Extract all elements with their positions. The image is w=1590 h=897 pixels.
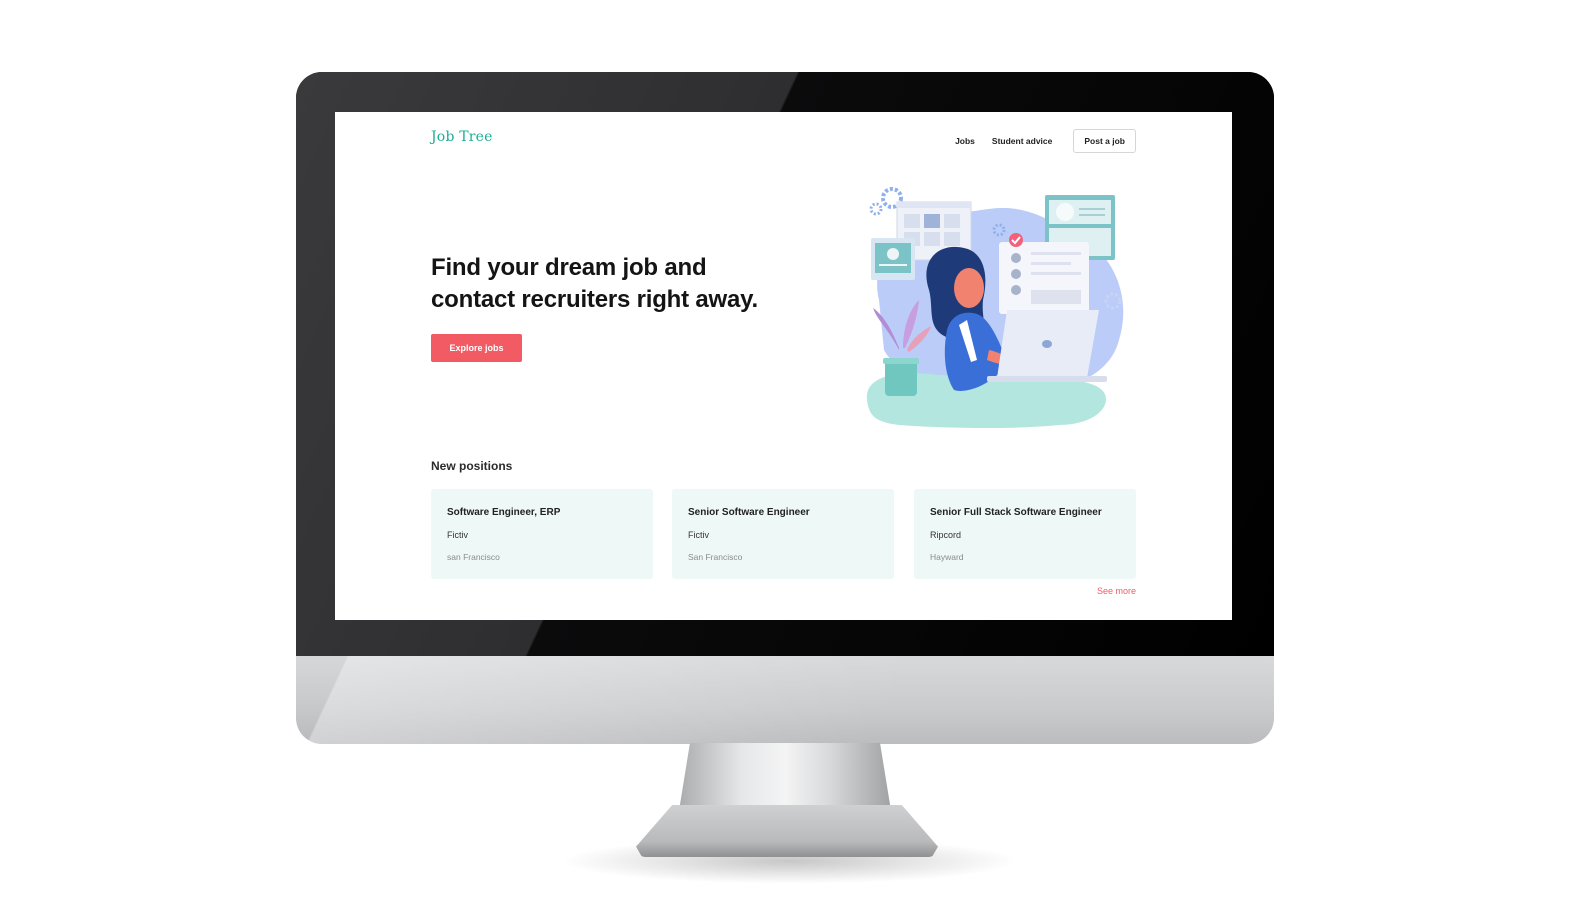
headline-line-1: Find your dream job and — [431, 254, 707, 281]
position-title: Software Engineer, ERP — [447, 507, 561, 518]
position-location: San Francisco — [688, 552, 743, 562]
logo[interactable]: Job Tree — [431, 129, 493, 145]
new-positions-title: New positions — [431, 459, 513, 473]
position-company: Ripcord — [930, 530, 962, 540]
see-more-link[interactable]: See more — [1097, 586, 1136, 596]
nav-student-advice[interactable]: Student advice — [992, 136, 1052, 146]
position-company: Fictiv — [688, 530, 709, 540]
position-location: Hayward — [930, 552, 964, 562]
top-nav: Jobs Student advice Post a job — [938, 129, 1136, 153]
position-card[interactable]: Senior Full Stack Software Engineer Ripc… — [914, 489, 1136, 579]
position-location: san Francisco — [447, 552, 500, 562]
position-card[interactable]: Senior Software Engineer Fictiv San Fran… — [672, 489, 894, 579]
screen: Job Tree Jobs Student advice Post a job … — [335, 112, 1232, 620]
post-job-button[interactable]: Post a job — [1073, 129, 1136, 153]
chin-reflection — [296, 656, 1274, 744]
position-title: Senior Full Stack Software Engineer — [930, 507, 1102, 518]
position-company: Fictiv — [447, 530, 468, 540]
position-card[interactable]: Software Engineer, ERP Fictiv san Franci… — [431, 489, 653, 579]
headline-line-2: contact recruiters right away. — [431, 286, 759, 313]
position-title: Senior Software Engineer — [688, 507, 810, 518]
explore-jobs-button[interactable]: Explore jobs — [431, 334, 522, 362]
hero-illustration — [866, 187, 1124, 429]
monitor-stand-base — [636, 805, 938, 857]
positions-list: Software Engineer, ERP Fictiv san Franci… — [431, 489, 1136, 579]
hero-headline: Find your dream job and contact recruite… — [431, 252, 771, 316]
nav-jobs[interactable]: Jobs — [955, 136, 975, 146]
